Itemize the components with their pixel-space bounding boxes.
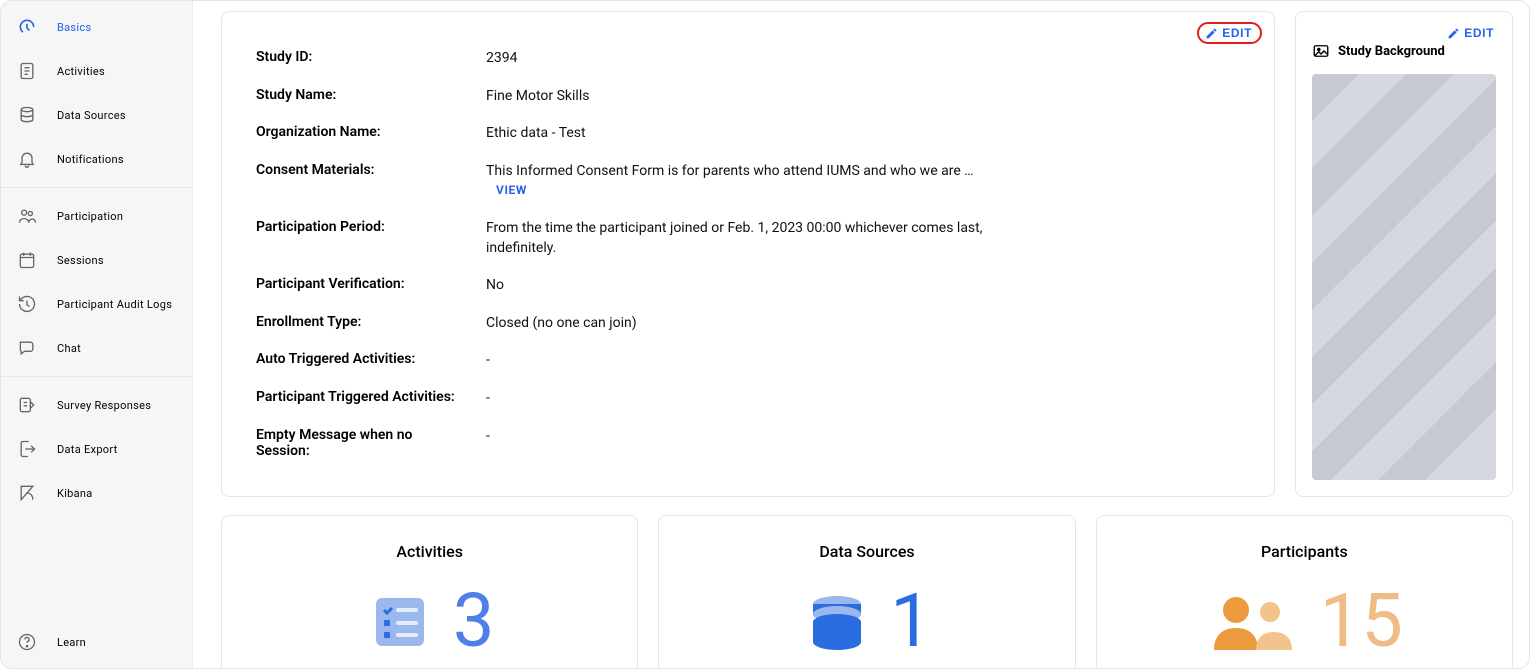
field-value: - xyxy=(486,351,1006,371)
field-participation-period: Participation Period: From the time the … xyxy=(256,210,1240,267)
background-image xyxy=(1312,74,1496,480)
sidebar-label: Sessions xyxy=(57,254,104,267)
field-value: Fine Motor Skills xyxy=(486,87,1006,107)
study-background-card: EDIT Study Background xyxy=(1295,11,1513,497)
database-icon xyxy=(17,105,37,125)
field-organization-name: Organization Name: Ethic data - Test xyxy=(256,115,1240,153)
stat-card-data-sources[interactable]: Data Sources 1 xyxy=(658,515,1075,668)
gauge-icon xyxy=(17,17,37,37)
sidebar-item-activities[interactable]: Activities xyxy=(1,49,192,93)
edit-background-button[interactable]: EDIT xyxy=(1447,26,1494,40)
stat-title: Data Sources xyxy=(675,542,1058,561)
pencil-icon xyxy=(1205,27,1218,40)
field-auto-triggered: Auto Triggered Activities: - xyxy=(256,342,1240,380)
field-label: Organization Name: xyxy=(256,124,466,140)
checklist-icon xyxy=(365,587,435,657)
consent-text: This Informed Consent Form is for parent… xyxy=(486,163,974,179)
study-details-card: EDIT Study ID: 2394 Study Name: Fine Mot… xyxy=(221,11,1275,497)
top-row: EDIT Study ID: 2394 Study Name: Fine Mot… xyxy=(221,11,1513,497)
field-label: Enrollment Type: xyxy=(256,314,466,330)
sidebar-label: Survey Responses xyxy=(57,399,151,412)
users-icon xyxy=(17,206,37,226)
stat-card-activities[interactable]: Activities 3 xyxy=(221,515,638,668)
sidebar-item-survey-responses[interactable]: Survey Responses xyxy=(1,383,192,427)
field-value: Ethic data - Test xyxy=(486,124,1006,144)
field-value: No xyxy=(486,276,1006,296)
image-icon xyxy=(1312,42,1330,60)
sidebar-label: Participant Audit Logs xyxy=(57,298,172,311)
sidebar-label: Participation xyxy=(57,210,123,223)
sidebar-item-sessions[interactable]: Sessions xyxy=(1,238,192,282)
document-icon xyxy=(17,61,37,81)
field-value: 2394 xyxy=(486,49,1006,69)
field-value: This Informed Consent Form is for parent… xyxy=(486,162,1006,201)
field-value: - xyxy=(486,389,1006,409)
pencil-icon xyxy=(1447,27,1460,40)
app-root: Basics Activities Data Sources Notificat… xyxy=(0,0,1530,669)
stat-card-participants[interactable]: Participants 15 xyxy=(1096,515,1513,668)
field-enrollment-type: Enrollment Type: Closed (no one can join… xyxy=(256,305,1240,343)
users-big-icon xyxy=(1206,587,1302,657)
sidebar-label: Data Export xyxy=(57,443,118,456)
sidebar-label: Data Sources xyxy=(57,109,126,122)
field-label: Study ID: xyxy=(256,49,466,65)
sidebar-item-audit-logs[interactable]: Participant Audit Logs xyxy=(1,282,192,326)
sidebar-item-participation[interactable]: Participation xyxy=(1,194,192,238)
field-empty-message: Empty Message when no Session: - xyxy=(256,418,1240,468)
export-icon xyxy=(17,439,37,459)
stat-value: 3 xyxy=(453,585,495,659)
field-value: Closed (no one can join) xyxy=(486,314,1006,334)
chat-icon xyxy=(17,338,37,358)
sidebar-divider xyxy=(1,376,192,377)
sidebar-item-data-sources[interactable]: Data Sources xyxy=(1,93,192,137)
survey-icon xyxy=(17,395,37,415)
kibana-icon xyxy=(17,483,37,503)
view-consent-link[interactable]: VIEW xyxy=(496,183,527,197)
edit-label: EDIT xyxy=(1464,26,1494,40)
field-value: - xyxy=(486,427,1006,447)
sidebar-item-chat[interactable]: Chat xyxy=(1,326,192,370)
sidebar-item-basics[interactable]: Basics xyxy=(1,5,192,49)
sidebar-item-notifications[interactable]: Notifications xyxy=(1,137,192,181)
stat-title: Activities xyxy=(238,542,621,561)
sidebar-label: Notifications xyxy=(57,153,124,166)
sidebar-label: Learn xyxy=(57,636,86,649)
database-big-icon xyxy=(802,587,872,657)
field-participant-triggered: Participant Triggered Activities: - xyxy=(256,380,1240,418)
field-value: From the time the participant joined or … xyxy=(486,219,1006,258)
sidebar-item-data-export[interactable]: Data Export xyxy=(1,427,192,471)
field-label: Participant Verification: xyxy=(256,276,466,292)
field-study-id: Study ID: 2394 xyxy=(256,40,1240,78)
bell-icon xyxy=(17,149,37,169)
background-title: Study Background xyxy=(1338,44,1445,59)
sidebar-label: Basics xyxy=(57,21,91,34)
field-label: Auto Triggered Activities: xyxy=(256,351,466,367)
sidebar-label: Activities xyxy=(57,65,105,78)
stats-row: Activities 3 xyxy=(221,515,1513,668)
field-label: Empty Message when no Session: xyxy=(256,427,466,459)
calendar-icon xyxy=(17,250,37,270)
edit-details-button[interactable]: EDIT xyxy=(1197,22,1262,44)
field-label: Participant Triggered Activities: xyxy=(256,389,466,405)
sidebar-item-kibana[interactable]: Kibana xyxy=(1,471,192,515)
field-consent-materials: Consent Materials: This Informed Consent… xyxy=(256,153,1240,210)
field-label: Participation Period: xyxy=(256,219,466,235)
field-study-name: Study Name: Fine Motor Skills xyxy=(256,78,1240,116)
stat-value: 1 xyxy=(890,585,932,659)
field-label: Study Name: xyxy=(256,87,466,103)
help-icon xyxy=(17,632,37,652)
stat-title: Participants xyxy=(1113,542,1496,561)
field-label: Consent Materials: xyxy=(256,162,466,178)
sidebar-divider xyxy=(1,187,192,188)
edit-label: EDIT xyxy=(1222,26,1252,40)
stat-value: 15 xyxy=(1320,585,1403,659)
history-icon xyxy=(17,294,37,314)
sidebar-label: Kibana xyxy=(57,487,93,500)
sidebar: Basics Activities Data Sources Notificat… xyxy=(1,1,193,668)
sidebar-label: Chat xyxy=(57,342,81,355)
sidebar-item-learn[interactable]: Learn xyxy=(1,620,192,664)
field-participant-verification: Participant Verification: No xyxy=(256,267,1240,305)
main-content: EDIT Study ID: 2394 Study Name: Fine Mot… xyxy=(193,1,1529,668)
